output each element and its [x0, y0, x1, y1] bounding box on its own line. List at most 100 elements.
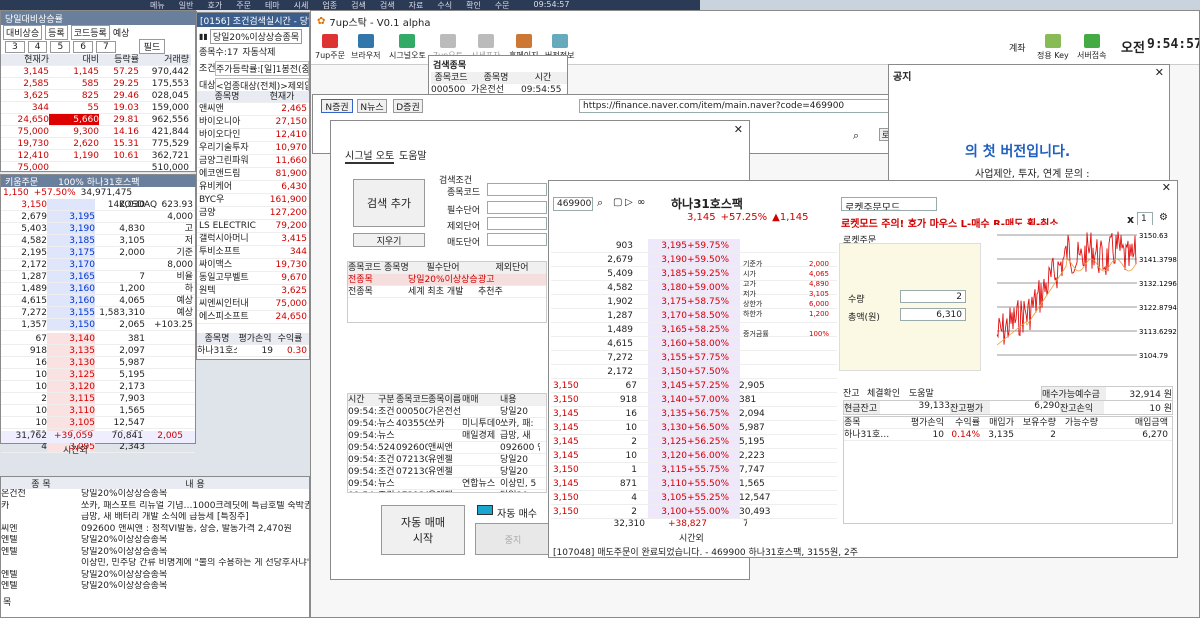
order-book-row[interactable]: 67 3,140 381 — [1, 333, 195, 345]
bid-row[interactable]: 3,145 10 3,130 +56.50% 5,987 — [551, 421, 837, 435]
tab-signal-auto[interactable]: 시그널 오토 — [345, 147, 395, 164]
auto-delete-checkbox[interactable]: 자동삭제 — [242, 45, 275, 58]
ask-row[interactable]: 2,172 3,150 +57.50% — [551, 365, 837, 379]
toolbar-browser[interactable]: 브라우저 — [351, 34, 380, 61]
link-icon[interactable]: ∞ — [637, 197, 645, 208]
toolbar-signal-auto[interactable]: 시그널오토 — [389, 34, 426, 61]
menu-item[interactable]: 업종 — [322, 0, 337, 10]
table-row[interactable]: 유비케어 6,430 — [197, 181, 309, 194]
condition-select[interactable]: 당일20%이상상승종목 — [209, 28, 303, 44]
required-word-input[interactable] — [487, 201, 547, 214]
key-button[interactable]: 정용 Key — [1037, 34, 1069, 61]
close-icon[interactable]: ✕ — [1162, 181, 1171, 194]
stop-button[interactable]: 중지 — [475, 523, 551, 555]
table-row[interactable]: 344 55 19.03 159,000 — [1, 102, 191, 114]
log-row[interactable]: 엔텔 당일20%이상상승종목 — [1, 581, 309, 593]
log-row[interactable]: 09:54:32조건072130유엔젤 당일20 — [348, 490, 546, 492]
table-row[interactable]: 하나31호스 19 0.30 — [197, 345, 309, 357]
bid-row[interactable]: 3,145 2 3,125 +56.25% 5,195 — [551, 435, 837, 449]
gear-icon[interactable]: ⚙ — [1159, 212, 1168, 223]
order-book-row[interactable]: 2,679 3,195 4,000 — [1, 211, 195, 223]
pause-icon[interactable]: ▮▮ — [199, 32, 208, 41]
tab-n-news[interactable]: N뉴스 — [357, 99, 387, 113]
order-book-row[interactable]: 10 3,110 1,565 — [1, 405, 195, 417]
tab-balance[interactable]: 잔고 — [843, 386, 860, 399]
order-book-row[interactable]: 10 3,105 12,547 — [1, 417, 195, 429]
order-book-row[interactable]: 3,150 142,030 623.93 — [1, 199, 195, 211]
num-tab[interactable]: 4 — [27, 40, 48, 53]
url-input[interactable]: https://finance.naver.com/item/main.nave… — [579, 99, 919, 113]
table-row[interactable]: 75,000 510,000 — [1, 162, 191, 174]
table-row[interactable]: LS ELECTRIC 79,200 — [197, 220, 309, 233]
toolbar-order[interactable]: 7up주문 — [315, 34, 345, 61]
account-button[interactable]: 계좌 — [1009, 41, 1026, 54]
log-row[interactable]: 09:54:34뉴스 연합뉴스 이상민, 5 — [348, 478, 546, 490]
table-row[interactable]: 원텍 3,625 — [197, 285, 309, 298]
bid-row[interactable]: 3,150 1 3,115 +55.75% 7,747 — [551, 463, 837, 477]
search-icon[interactable]: ⌕ — [597, 196, 603, 210]
order-book-row[interactable]: 918 3,135 2,097 — [1, 345, 195, 357]
table-row[interactable]: 앤씨앤 2,465 — [197, 103, 309, 116]
log-row[interactable]: 씨엔 092600 앤씨앤 : 정적VI발동, 상승, 발동가격 2,470원 — [1, 524, 309, 536]
menu-item[interactable]: 자료 — [409, 0, 424, 10]
play-icon[interactable]: ▷ — [625, 197, 633, 208]
order-book-row[interactable]: 1,489 3,160 1,200 하 — [1, 283, 195, 295]
stock-code-select[interactable]: 469900 — [553, 197, 593, 211]
search-add-button[interactable]: 검색 추가 — [353, 179, 425, 227]
filter-select[interactable]: 대비상승 — [3, 25, 43, 40]
order-book-row[interactable]: 2,195 3,175 2,000 기준 — [1, 247, 195, 259]
menu-item[interactable]: 호가 — [207, 0, 222, 10]
table-row[interactable]: 투비소프트 344 — [197, 246, 309, 259]
menu-item[interactable]: 확인 — [466, 0, 481, 10]
table-row[interactable]: 에코앤드림 81,900 — [197, 168, 309, 181]
table-row[interactable]: 동일고무벨트 9,670 — [197, 272, 309, 285]
quantity-input[interactable]: 2 — [900, 290, 966, 303]
bid-row[interactable]: 3,150 2 3,100 +55.00% 30,493 — [551, 505, 837, 519]
order-book-row[interactable]: 7,272 3,155 1,583,310 예상 — [1, 307, 195, 319]
menu-item[interactable]: 일반 — [179, 0, 194, 10]
code-register-button[interactable]: 코드등록 — [70, 25, 110, 40]
num-tab[interactable]: 5 — [50, 40, 71, 53]
table-row[interactable]: 바이오다인 12,410 — [197, 129, 309, 142]
menu-item[interactable]: 메뉴 — [150, 0, 165, 10]
bid-row[interactable]: 3,150 918 3,140 +57.00% 381 — [551, 393, 837, 407]
order-book-row[interactable]: 2,172 3,170 8,000 — [1, 259, 195, 271]
tab-n-securities[interactable]: N증권 — [321, 99, 353, 113]
close-icon[interactable]: ✕ — [734, 123, 743, 136]
table-row[interactable]: 2,585 585 29.25 175,553 — [1, 78, 191, 90]
log-row[interactable]: 09:54:36조건072130유엔젤 당일20 — [348, 466, 546, 478]
multiplier-input[interactable]: 1 — [1137, 212, 1153, 226]
log-row[interactable]: 급망, 새 배터리 개발 소식에 급등세 [특징주] — [1, 512, 309, 524]
close-icon[interactable]: ✕ — [1155, 66, 1164, 79]
table-row[interactable]: 24,650 5,660 29.81 962,556 — [1, 114, 191, 126]
order-book-row[interactable]: 4,615 3,160 4,065 예상 — [1, 295, 195, 307]
exclude-word-input[interactable] — [487, 217, 547, 230]
table-row[interactable]: 3,625 825 29.46 028,045 — [1, 90, 191, 102]
server-connect-button[interactable]: 서버접속 — [1077, 34, 1106, 61]
menu-item[interactable]: 시세 — [294, 0, 309, 10]
table-row[interactable]: 금양그린파워 11,660 — [197, 155, 309, 168]
num-tab[interactable]: 7 — [95, 40, 116, 53]
register-button[interactable]: 등록 — [45, 25, 68, 40]
table-row[interactable]: 전종목 당일20%이상상승 광고 — [348, 274, 546, 286]
table-row[interactable]: BYC우 161,900 — [197, 194, 309, 207]
table-row[interactable]: 에스피소프트 24,650 — [197, 311, 309, 324]
bid-row[interactable]: 3,145 10 3,120 +56.00% 2,223 — [551, 449, 837, 463]
bid-row[interactable]: 3,145 871 3,110 +55.50% 1,565 — [551, 477, 837, 491]
table-row[interactable]: 우리기술투자 10,970 — [197, 142, 309, 155]
table-row[interactable]: 19,730 2,620 15.31 775,529 — [1, 138, 191, 150]
clear-button[interactable]: 지우기 — [353, 233, 425, 247]
log-row[interactable]: 엔텔 당일20%이상상승종목 — [1, 570, 309, 582]
table-row[interactable]: 75,000 9,300 14.16 421,844 — [1, 126, 191, 138]
menu-item[interactable]: 테마 — [265, 0, 280, 10]
log-row[interactable]: 09:54:44뉴스403550쏘카 미니투데이쏘카, 패: — [348, 418, 546, 430]
auto-buy-toggle[interactable] — [477, 505, 493, 515]
order-book-row[interactable]: 10 3,120 2,173 — [1, 381, 195, 393]
table-row[interactable]: 전종목 세계 최초 개발 추천주 — [348, 286, 546, 298]
log-row[interactable]: 09:54:42뉴스 매일경제 급망, 새 — [348, 430, 546, 442]
order-book-row[interactable]: 2 3,115 7,903 — [1, 393, 195, 405]
log-row[interactable]: 엔텔 당일20%이상상승종목 — [1, 547, 309, 559]
bid-row[interactable]: 3,150 4 3,105 +55.25% 12,547 — [551, 491, 837, 505]
menu-item[interactable]: 수식 — [437, 0, 452, 10]
ask-row[interactable]: 4,615 3,160 +58.00% — [551, 337, 837, 351]
